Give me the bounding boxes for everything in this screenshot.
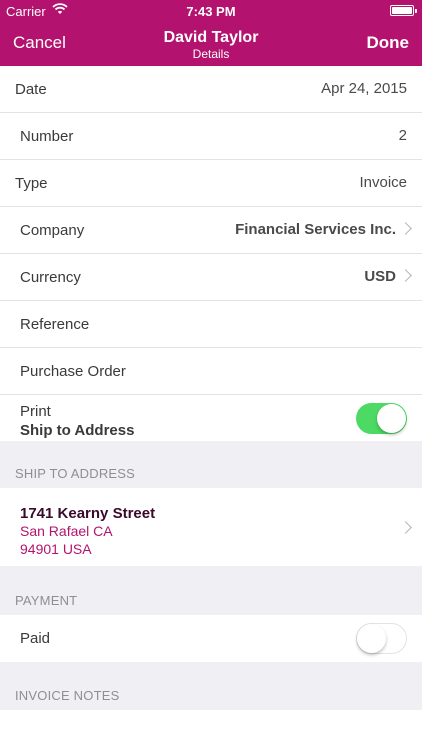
number-label: Number: [20, 128, 74, 145]
company-value: Financial Services Inc.: [235, 221, 396, 238]
paid-label: Paid: [20, 630, 51, 647]
toggle-knob: [377, 404, 406, 433]
battery-icon: [390, 5, 417, 16]
address-zip-country: 94901 USA: [20, 541, 92, 557]
payment-section-header: PAYMENT: [15, 593, 78, 608]
chevron-right-icon: [399, 521, 412, 534]
navigation-header: Carrier 7:43 PM Cancel David Taylor Deta…: [0, 0, 422, 66]
company-label: Company: [20, 222, 85, 239]
payment-group: Paid: [0, 615, 422, 662]
type-value: Invoice: [359, 174, 407, 191]
done-button[interactable]: Done: [367, 33, 410, 53]
ship-to-address-cell[interactable]: 1741 Kearny Street San Rafael CA 94901 U…: [0, 488, 422, 566]
ship-to-address-label: Ship to Address: [20, 422, 135, 439]
details-group: Date Apr 24, 2015 Number 2 Type Invoice …: [0, 66, 422, 441]
address-city-state: San Rafael CA: [20, 523, 113, 539]
currency-label: Currency: [20, 269, 81, 286]
number-value: 2: [398, 127, 407, 144]
status-bar: Carrier 7:43 PM: [0, 0, 422, 22]
page-title: David Taylor: [163, 29, 259, 46]
address-street: 1741 Kearny Street: [20, 505, 156, 522]
date-label: Date: [15, 81, 47, 98]
date-value: Apr 24, 2015: [321, 80, 407, 97]
ship-to-section-header: SHIP TO ADDRESS: [15, 466, 136, 481]
invoice-notes-group[interactable]: [0, 710, 422, 750]
number-row[interactable]: Number 2: [0, 113, 422, 160]
toggle-knob: [357, 624, 386, 653]
reference-row[interactable]: Reference: [0, 301, 422, 348]
print-label: Print: [20, 403, 51, 420]
currency-value: USD: [364, 268, 396, 285]
print-ship-row: Print Ship to Address: [0, 395, 422, 441]
purchase-order-row[interactable]: Purchase Order: [0, 348, 422, 395]
chevron-right-icon: [399, 222, 412, 235]
currency-row[interactable]: Currency USD: [0, 254, 422, 301]
paid-row: Paid: [0, 615, 422, 662]
status-time: 7:43 PM: [186, 4, 236, 19]
print-ship-toggle[interactable]: [356, 403, 407, 434]
company-row[interactable]: Company Financial Services Inc.: [0, 207, 422, 254]
reference-label: Reference: [20, 316, 90, 333]
invoice-notes-section-header: INVOICE NOTES: [15, 688, 120, 703]
type-row[interactable]: Type Invoice: [0, 160, 422, 207]
paid-toggle[interactable]: [356, 623, 407, 654]
type-label: Type: [15, 175, 48, 192]
chevron-right-icon: [399, 269, 412, 282]
purchase-order-label: Purchase Order: [20, 363, 126, 380]
page-subtitle: Details: [192, 47, 230, 61]
date-row[interactable]: Date Apr 24, 2015: [0, 66, 422, 113]
